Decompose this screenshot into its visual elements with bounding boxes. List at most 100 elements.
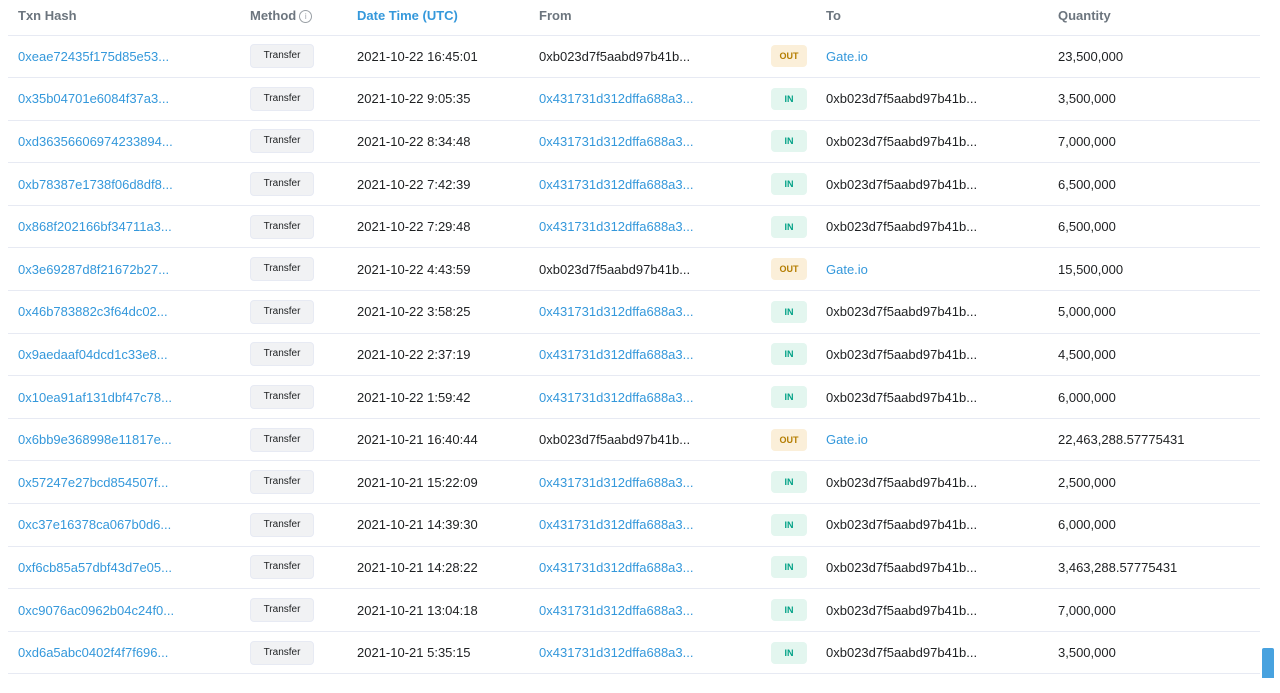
date-time-cell: 2021-10-22 2:37:19 <box>347 333 529 377</box>
direction-cell: OUT <box>761 35 816 79</box>
quantity-value: 22,463,288.57775431 <box>1058 432 1185 448</box>
date-time-value: 2021-10-22 7:42:39 <box>357 176 471 192</box>
method-cell: Transfer <box>240 375 347 419</box>
from-address-link[interactable]: 0x431731d312dffa688a3... <box>539 347 693 362</box>
date-time-value: 2021-10-22 1:59:42 <box>357 389 471 405</box>
method-badge[interactable]: Transfer <box>250 44 314 69</box>
from-cell: 0x431731d312dffa688a3... <box>529 503 761 547</box>
method-badge[interactable]: Transfer <box>250 172 314 197</box>
date-time-cell: 2021-10-21 14:39:30 <box>347 503 529 547</box>
method-badge[interactable]: Transfer <box>250 598 314 623</box>
to-address-link[interactable]: Gate.io <box>826 49 868 64</box>
txn-hash-link[interactable]: 0xb78387e1738f06d8df8... <box>18 177 173 192</box>
txn-hash-link[interactable]: 0xd36356606974233894... <box>18 134 173 149</box>
to-address-link[interactable]: Gate.io <box>826 262 868 277</box>
txn-hash-link[interactable]: 0x9aedaaf04dcd1c33e8... <box>18 347 168 362</box>
txn-hash-link[interactable]: 0x3e69287d8f21672b27... <box>18 262 169 277</box>
method-badge[interactable]: Transfer <box>250 427 314 452</box>
txn-hash-link[interactable]: 0x10ea91af131dbf47c78... <box>18 390 172 405</box>
txn-hash-link[interactable]: 0x868f202166bf34711a3... <box>18 219 172 234</box>
from-cell: 0x431731d312dffa688a3... <box>529 460 761 505</box>
txn-hash-link[interactable]: 0xf6cb85a57dbf43d7e05... <box>18 560 172 575</box>
method-badge[interactable]: Transfer <box>250 342 314 367</box>
quantity-value: 5,000,000 <box>1058 304 1116 320</box>
table-row: 0x6bb9e368998e11817e... Transfer 2021-10-2… <box>8 418 1260 462</box>
table-row: 0xeae72435f175d85e53... Transfer 2021-10-2… <box>8 35 1260 79</box>
to-address-link[interactable]: Gate.io <box>826 432 868 447</box>
method-cell: Transfer <box>240 333 347 377</box>
column-header-from: From <box>529 0 761 36</box>
date-time-value: 2021-10-22 3:58:25 <box>357 304 471 320</box>
quantity-value: 6,500,000 <box>1058 176 1116 192</box>
quantity-value: 7,000,000 <box>1058 133 1116 149</box>
from-address-link[interactable]: 0x431731d312dffa688a3... <box>539 603 693 618</box>
from-address-link[interactable]: 0x431731d312dffa688a3... <box>539 560 693 575</box>
date-time-cell: 2021-10-21 13:04:18 <box>347 588 529 632</box>
from-address-link[interactable]: 0x431731d312dffa688a3... <box>539 645 693 660</box>
from-address-link[interactable]: 0x431731d312dffa688a3... <box>539 177 693 192</box>
table-header: Txn Hash Method i Date Time (UTC) From To… <box>8 0 1260 36</box>
from-address-link[interactable]: 0x431731d312dffa688a3... <box>539 517 693 532</box>
to-cell: Gate.io <box>816 247 1048 292</box>
quantity-cell: 6,500,000 <box>1048 205 1260 249</box>
method-badge[interactable]: Transfer <box>250 129 314 154</box>
from-address-link[interactable]: 0x431731d312dffa688a3... <box>539 219 693 234</box>
txn-hash-cell: 0x9aedaaf04dcd1c33e8... <box>8 333 240 377</box>
to-address: 0xb023d7f5aabd97b41b... <box>826 219 978 235</box>
to-address: 0xb023d7f5aabd97b41b... <box>826 91 978 107</box>
method-cell: Transfer <box>240 120 347 164</box>
direction-in-badge: IN <box>771 130 807 153</box>
from-address-link[interactable]: 0x431731d312dffa688a3... <box>539 304 693 319</box>
column-header-date-time[interactable]: Date Time (UTC) <box>347 0 529 36</box>
method-badge[interactable]: Transfer <box>250 640 314 665</box>
scroll-to-top-button[interactable] <box>1262 648 1274 678</box>
date-time-value: 2021-10-22 8:34:48 <box>357 133 471 149</box>
method-cell: Transfer <box>240 290 347 334</box>
to-cell: 0xb023d7f5aabd97b41b... <box>816 162 1048 206</box>
txn-hash-link[interactable]: 0xeae72435f175d85e53... <box>18 49 169 64</box>
txn-hash-link[interactable]: 0x46b783882c3f64dc02... <box>18 304 168 319</box>
direction-in-badge: IN <box>771 215 807 238</box>
from-address-link[interactable]: 0x431731d312dffa688a3... <box>539 134 693 149</box>
direction-in-badge: IN <box>771 556 807 579</box>
txn-hash-link[interactable]: 0x35b04701e6084f37a3... <box>18 91 169 106</box>
to-address: 0xb023d7f5aabd97b41b... <box>826 304 978 320</box>
direction-cell: OUT <box>761 247 816 292</box>
txn-hash-link[interactable]: 0xc37e16378ca067b0d6... <box>18 517 171 532</box>
method-badge[interactable]: Transfer <box>250 257 314 282</box>
txn-hash-link[interactable]: 0x57247e27bcd854507f... <box>18 475 168 490</box>
from-address-link[interactable]: 0x431731d312dffa688a3... <box>539 390 693 405</box>
direction-cell: OUT <box>761 418 816 462</box>
txn-hash-cell: 0x46b783882c3f64dc02... <box>8 290 240 334</box>
method-badge[interactable]: Transfer <box>250 299 314 324</box>
info-icon[interactable]: i <box>299 9 313 23</box>
direction-cell: IN <box>761 503 816 547</box>
from-address-link[interactable]: 0x431731d312dffa688a3... <box>539 91 693 106</box>
to-cell: 0xb023d7f5aabd97b41b... <box>816 503 1048 547</box>
table-row: 0xc9076ac0962b04c24f0... Transfer 2021-10-… <box>8 588 1260 632</box>
to-cell: Gate.io <box>816 35 1048 79</box>
quantity-value: 4,500,000 <box>1058 346 1116 362</box>
direction-cell: IN <box>761 588 816 632</box>
to-address: 0xb023d7f5aabd97b41b... <box>826 559 978 575</box>
method-badge[interactable]: Transfer <box>250 470 314 495</box>
direction-cell: IN <box>761 120 816 164</box>
method-badge[interactable]: Transfer <box>250 385 314 410</box>
from-address-link[interactable]: 0x431731d312dffa688a3... <box>539 475 693 490</box>
from-cell: 0x431731d312dffa688a3... <box>529 588 761 632</box>
table-row: 0x868f202166bf34711a3... Transfer 2021-10-… <box>8 205 1260 249</box>
txn-hash-link[interactable]: 0xd6a5abc0402f4f7f696... <box>18 645 168 660</box>
quantity-value: 15,500,000 <box>1058 261 1124 277</box>
column-header-txn-hash: Txn Hash <box>8 0 240 36</box>
column-header-date-time-label[interactable]: Date Time (UTC) <box>357 8 458 23</box>
to-cell: 0xb023d7f5aabd97b41b... <box>816 333 1048 377</box>
method-badge[interactable]: Transfer <box>250 86 314 111</box>
txn-hash-link[interactable]: 0x6bb9e368998e11817e... <box>18 432 172 447</box>
method-badge[interactable]: Transfer <box>250 214 314 239</box>
to-cell: 0xb023d7f5aabd97b41b... <box>816 375 1048 419</box>
method-badge[interactable]: Transfer <box>250 555 314 580</box>
direction-in-badge: IN <box>771 599 807 622</box>
txn-hash-link[interactable]: 0xc9076ac0962b04c24f0... <box>18 603 174 618</box>
column-header-txn-hash-label: Txn Hash <box>18 7 77 23</box>
method-badge[interactable]: Transfer <box>250 512 314 537</box>
